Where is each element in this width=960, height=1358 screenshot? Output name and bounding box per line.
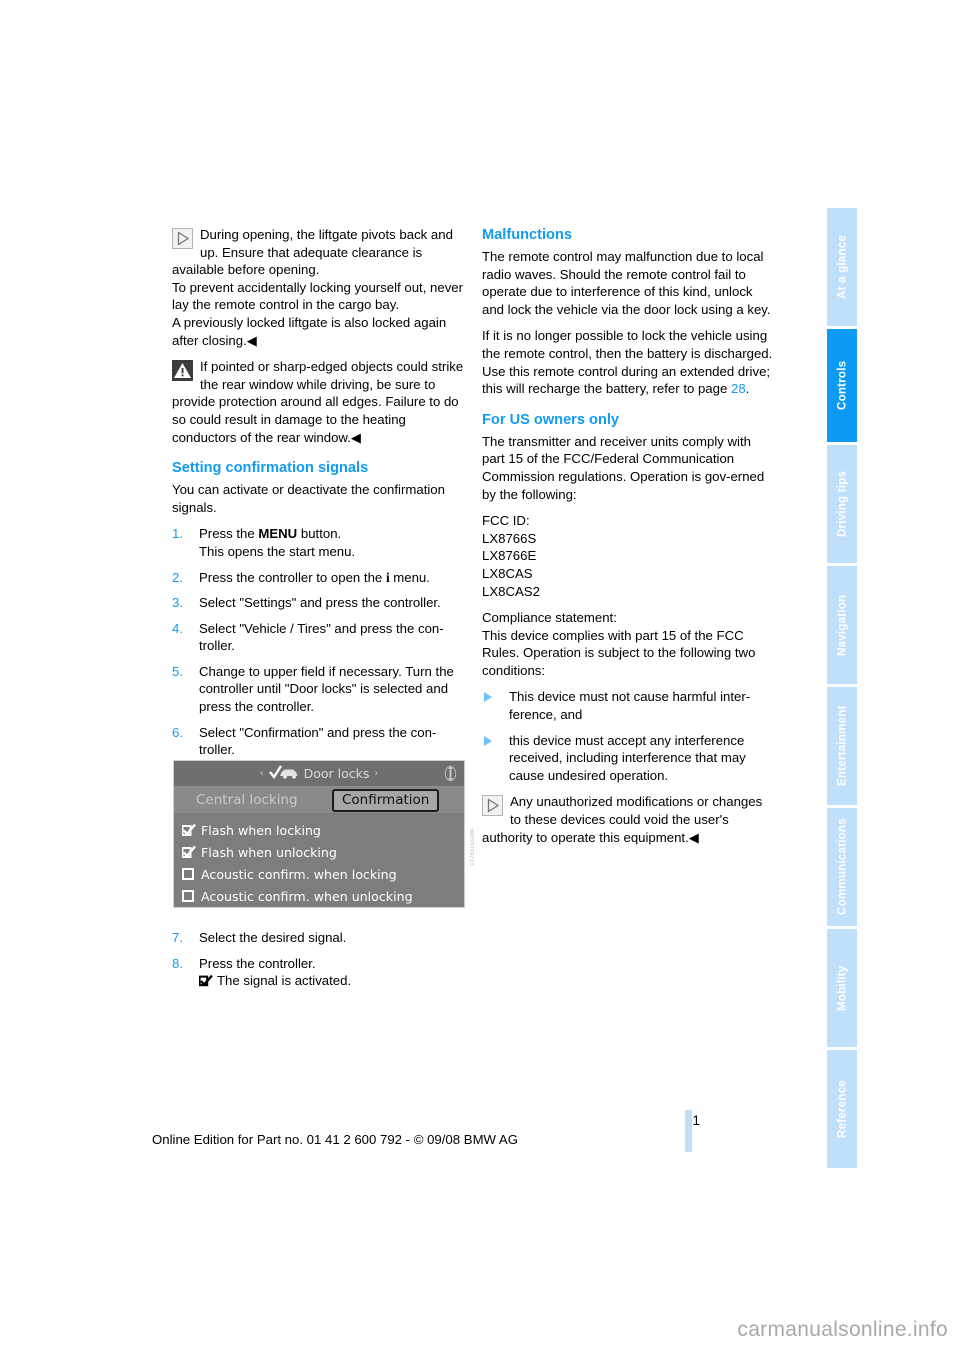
figure-option-label: Acoustic confirm. when locking	[201, 866, 397, 882]
warning-rear-window: If pointed or sharp-edged objects could …	[172, 358, 464, 446]
figure-option-label: Flash when unlocking	[201, 844, 337, 860]
step-item-8: Press the controller. The signal is acti…	[172, 955, 464, 990]
manual-page: During opening, the liftgate pivots back…	[0, 0, 960, 1358]
warning-rear-window-text: If pointed or sharp-edged objects could …	[172, 359, 464, 445]
compliance-text: This device complies with part 15 of the…	[482, 627, 756, 678]
figure-tab-central-locking[interactable]: Central locking	[196, 792, 298, 808]
figure-option-row[interactable]: Flash when locking	[181, 819, 464, 841]
figure-tab-confirmation[interactable]: Confirmation	[332, 789, 440, 812]
left-text-column: During opening, the liftgate pivots back…	[172, 226, 464, 767]
step-item-2: Press the controller to open the i menu.	[172, 569, 430, 586]
sidebar-item-reference[interactable]: Reference	[827, 1050, 857, 1168]
note-unauthorized-modifications: Any unauthorized modifications or change…	[482, 793, 774, 846]
figure-options-list: Flash when locking Flash when unlocking …	[174, 813, 464, 907]
step-item-1: Press the MENU button. This opens the st…	[172, 525, 464, 560]
checkbox-checked-icon[interactable]	[181, 845, 196, 858]
menu-button-label: MENU	[258, 526, 298, 542]
sidebar-item-label: At a glance	[835, 234, 849, 300]
step-item-5: Change to upper field if necessary. Turn…	[172, 663, 454, 715]
fcc-id-value: LX8766S	[482, 530, 537, 546]
section-heading-confirmation-signals: Setting confirmation signals	[172, 460, 369, 477]
section-heading-malfunctions: Malfunctions	[482, 227, 572, 243]
note-liftgate-text-3: A previously locked liftgate is also loc…	[172, 314, 447, 348]
left-text-column-continued: Select the desired signal. Press the con…	[172, 925, 464, 998]
step-1-sub: This opens the start menu.	[199, 543, 356, 559]
warning-triangle-icon	[172, 360, 193, 382]
section-heading-us-owners: For US owners only	[482, 411, 620, 428]
page-number: 31	[684, 1113, 700, 1128]
sidebar-item-communications[interactable]: Communications	[827, 808, 857, 926]
confirmation-steps-list-part1: Press the MENU button. This opens the st…	[172, 525, 464, 759]
checkbox-checked-icon[interactable]	[181, 823, 196, 836]
sidebar-item-label: Entertainment	[835, 705, 849, 787]
malfunctions-paragraph-1: The remote control may malfunction due t…	[482, 249, 771, 317]
page-reference-link[interactable]: 28	[731, 381, 746, 396]
figure-option-label: Acoustic confirm. when unlocking	[201, 888, 413, 904]
note-endmark: ◀	[688, 829, 699, 845]
site-watermark: carmanualsonline.info	[737, 1318, 948, 1341]
compliance-label: Compliance statement:	[482, 610, 617, 626]
sidebar-item-label: Driving tips	[835, 470, 849, 538]
sidebar-item-mobility[interactable]: Mobility	[827, 929, 857, 1047]
note-liftgate: During opening, the liftgate pivots back…	[172, 226, 464, 349]
bullet-triangle-icon	[484, 735, 492, 746]
right-text-column: Malfunctions The remote control may malf…	[482, 226, 774, 855]
step-item-7: Select the desired signal.	[172, 929, 347, 946]
checkbox-unchecked-icon[interactable]	[182, 868, 194, 880]
figure-tab-row: Central locking Confirmation	[174, 787, 464, 813]
sidebar-item-at-a-glance[interactable]: At a glance	[827, 208, 857, 326]
idrive-display-figure: ‹ Door locks › Central locking Confirmat…	[173, 760, 465, 908]
chapter-sidebar: At a glance Controls Driving tips Naviga…	[827, 208, 857, 1168]
chevron-right-icon: ›	[374, 768, 379, 779]
sidebar-item-driving-tips[interactable]: Driving tips	[827, 445, 857, 563]
figure-option-label: Flash when locking	[201, 822, 321, 838]
note-endmark: ◀	[246, 332, 257, 348]
malfunctions-paragraph-2: If it is no longer possible to lock the …	[482, 328, 773, 397]
step-item-6: Select "Confirmation" and press the con-…	[172, 724, 437, 758]
section-intro-text: You can activate or deactivate the confi…	[172, 482, 445, 515]
footer-rule	[685, 1110, 692, 1152]
checkbox-unchecked-icon[interactable]	[182, 890, 194, 902]
edition-line: Online Edition for Part no. 01 41 2 600 …	[152, 1132, 518, 1147]
figure-option-row[interactable]: Flash when unlocking	[181, 841, 464, 863]
step-item-3: Select "Settings" and press the controll…	[172, 594, 441, 611]
figure-option-row[interactable]: Acoustic confirm. when locking	[182, 863, 464, 885]
fcc-conditions-list: This device must not cause harmful inter…	[482, 688, 774, 784]
step-item-4: Select "Vehicle / Tires" and press the c…	[172, 620, 444, 654]
fcc-condition-item: This device must not cause harmful inter…	[482, 688, 774, 723]
fcc-id-value: LX8CAS2	[482, 583, 540, 599]
check-car-icon	[268, 764, 299, 783]
figure-title-text: Door locks	[303, 766, 370, 781]
sidebar-item-label: Mobility	[835, 965, 849, 1011]
note-liftgate-text-2: To prevent accidentally locking yourself…	[172, 279, 464, 313]
figure-title-bar: ‹ Door locks ›	[174, 761, 464, 787]
sidebar-item-controls[interactable]: Controls	[827, 329, 857, 442]
fcc-id-value: LX8CAS	[482, 565, 533, 581]
note-unauthorized-text: Any unauthorized modifications or change…	[482, 794, 763, 845]
sidebar-item-navigation[interactable]: Navigation	[827, 566, 857, 684]
step-8-sub: The signal is activated.	[198, 972, 464, 990]
sidebar-item-label: Reference	[835, 1080, 849, 1138]
warning-endmark: ◀	[350, 429, 362, 445]
fcc-id-value: LX8766E	[482, 548, 537, 564]
fcc-condition-item: this device must accept any interference…	[482, 732, 774, 785]
fcc-id-label: FCC ID:	[482, 513, 530, 529]
note-liftgate-text-1: During opening, the liftgate pivots back…	[172, 227, 453, 278]
confirmation-steps-list-part2: Select the desired signal. Press the con…	[172, 929, 464, 990]
note-triangle-icon	[482, 795, 503, 817]
sidebar-item-entertainment[interactable]: Entertainment	[827, 687, 857, 805]
checkbox-checked-icon	[198, 974, 213, 987]
sidebar-item-label: Controls	[835, 360, 849, 411]
scroll-updown-icon	[444, 765, 457, 782]
note-triangle-icon	[172, 228, 193, 249]
sidebar-item-label: Communications	[835, 818, 849, 916]
us-owners-paragraph-1: The transmitter and receiver units compl…	[482, 433, 765, 502]
bullet-triangle-icon	[484, 692, 492, 703]
figure-caption-id: VZ7B1LUGWK	[470, 828, 476, 866]
chevron-left-icon: ‹	[259, 768, 264, 779]
figure-option-row[interactable]: Acoustic confirm. when unlocking	[182, 885, 464, 907]
sidebar-item-label: Navigation	[835, 594, 849, 656]
